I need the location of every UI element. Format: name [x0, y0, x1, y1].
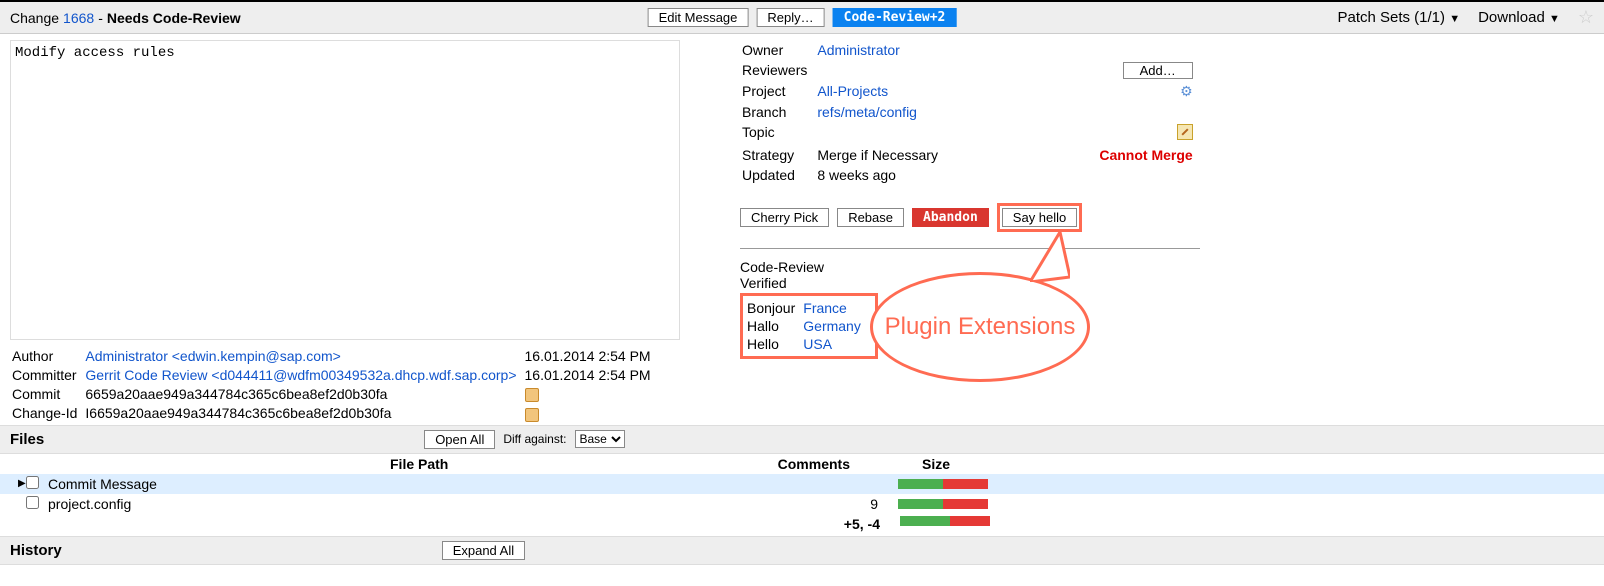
committer-label: Committer — [12, 367, 83, 384]
edit-icon[interactable] — [1177, 124, 1193, 140]
col-filepath: File Path — [390, 456, 760, 472]
greetings-highlight: BonjourFrance HalloGermany HelloUSA — [740, 293, 878, 359]
topic-label: Topic — [742, 124, 815, 145]
review-labels-section: Code-Review Verified BonjourFrance Hallo… — [740, 259, 1220, 362]
author-label: Author — [12, 348, 83, 365]
project-link[interactable]: All-Projects — [817, 83, 888, 99]
size-bar — [898, 479, 988, 489]
say-hello-highlight: Say hello — [997, 203, 1082, 232]
col-comments: Comments — [760, 456, 850, 472]
file-row[interactable]: ▶ Commit Message — [0, 474, 1604, 494]
project-label: Project — [742, 83, 815, 102]
rebase-button[interactable]: Rebase — [837, 208, 904, 227]
file-name: project.config — [48, 496, 768, 512]
country-link[interactable]: USA — [803, 336, 832, 352]
commit-message-box: Modify access rules — [10, 40, 680, 340]
open-all-button[interactable]: Open All — [424, 430, 495, 449]
change-info-table: Owner Administrator Reviewers Add… Proje… — [740, 40, 1203, 187]
copy-icon[interactable] — [525, 408, 539, 422]
separator — [740, 248, 1200, 249]
committer-date: 16.01.2014 2:54 PM — [525, 367, 657, 384]
greeting-row: HalloGermany — [747, 318, 867, 334]
say-hello-button[interactable]: Say hello — [1002, 208, 1077, 227]
reviewers-label: Reviewers — [742, 62, 815, 81]
change-header-bar: Change 1668 - Needs Code-Review Edit Mes… — [0, 0, 1604, 34]
author-date: 16.01.2014 2:54 PM — [525, 348, 657, 365]
code-review-plus2-button[interactable]: Code-Review+2 — [833, 8, 957, 27]
reply-button[interactable]: Reply… — [756, 8, 824, 27]
history-section-bar: History Expand All — [0, 536, 1604, 565]
file-name: Commit Message — [48, 476, 768, 492]
files-section-bar: Files Open All Diff against: Base — [0, 425, 1604, 454]
diff-against-select[interactable]: Base — [575, 430, 625, 448]
file-row[interactable]: project.config 9 — [0, 494, 1604, 514]
code-review-label: Code-Review — [740, 259, 1220, 275]
patch-sets-dropdown[interactable]: Patch Sets (1/1) ▼ — [1337, 9, 1460, 26]
cherry-pick-button[interactable]: Cherry Pick — [740, 208, 829, 227]
abandon-button[interactable]: Abandon — [912, 208, 989, 227]
author-link[interactable]: Administrator <edwin.kempin@sap.com> — [85, 348, 340, 364]
commit-meta-table: Author Administrator <edwin.kempin@sap.c… — [10, 346, 659, 425]
country-link[interactable]: France — [803, 300, 847, 316]
changeid-label: Change-Id — [12, 405, 83, 422]
verified-label: Verified — [740, 275, 1220, 291]
status-sep: - — [98, 10, 103, 26]
updated-value: 8 weeks ago — [817, 167, 1200, 185]
change-title: Change 1668 - Needs Code-Review — [10, 10, 241, 26]
size-bar — [900, 516, 990, 526]
chevron-down-icon: ▼ — [1549, 13, 1560, 25]
expand-all-button[interactable]: Expand All — [442, 541, 525, 560]
expand-icon[interactable]: ▶ — [18, 478, 26, 489]
changeid-value: I6659a20aae949a344784c365c6bea8ef2d0b30f… — [85, 405, 391, 421]
file-comments: 9 — [768, 496, 878, 512]
file-checkbox[interactable] — [26, 496, 39, 509]
gear-icon[interactable]: ⚙ — [1180, 83, 1193, 99]
greeting-row: HelloUSA — [747, 336, 867, 352]
commit-label: Commit — [12, 386, 83, 403]
header-right: Patch Sets (1/1) ▼ Download ▼ ☆ — [1337, 7, 1594, 28]
greeting-row: BonjourFrance — [747, 300, 867, 316]
owner-label: Owner — [742, 42, 815, 60]
branch-link[interactable]: refs/meta/config — [817, 104, 917, 120]
owner-link[interactable]: Administrator — [817, 42, 899, 58]
country-link[interactable]: Germany — [803, 318, 861, 334]
star-icon[interactable]: ☆ — [1578, 7, 1594, 28]
files-table-header: File Path Comments Size — [0, 454, 1604, 474]
updated-label: Updated — [742, 167, 815, 185]
commit-hash: 6659a20aae949a344784c365c6bea8ef2d0b30fa — [85, 386, 387, 402]
cannot-merge-badge: Cannot Merge — [1099, 147, 1200, 165]
files-totals-row: +5, -4 — [0, 514, 1604, 536]
strategy-label: Strategy — [742, 147, 815, 165]
copy-icon[interactable] — [525, 388, 539, 402]
edit-message-button[interactable]: Edit Message — [648, 8, 749, 27]
size-bar — [898, 499, 988, 509]
add-reviewer-button[interactable]: Add… — [1123, 62, 1193, 79]
totals-text: +5, -4 — [770, 516, 880, 532]
diff-against-label: Diff against: — [503, 432, 566, 446]
greetings-table: BonjourFrance HalloGermany HelloUSA — [745, 298, 869, 354]
change-actions-row: Cherry Pick Rebase Abandon Say hello — [740, 197, 1220, 232]
committer-link[interactable]: Gerrit Code Review <d044411@wdfm00349532… — [85, 367, 516, 383]
header-actions: Edit Message Reply… Code-Review+2 — [648, 8, 957, 27]
change-status: Needs Code-Review — [107, 10, 241, 26]
change-number-link[interactable]: 1668 — [63, 10, 94, 26]
files-title: Files — [10, 431, 44, 448]
file-checkbox[interactable] — [26, 476, 39, 489]
change-label: Change — [10, 10, 59, 26]
col-size: Size — [870, 456, 950, 472]
download-dropdown[interactable]: Download ▼ — [1478, 9, 1560, 26]
strategy-value: Merge if Necessary — [817, 147, 1097, 165]
history-title: History — [10, 542, 62, 559]
branch-label: Branch — [742, 104, 815, 122]
chevron-down-icon: ▼ — [1449, 13, 1460, 25]
